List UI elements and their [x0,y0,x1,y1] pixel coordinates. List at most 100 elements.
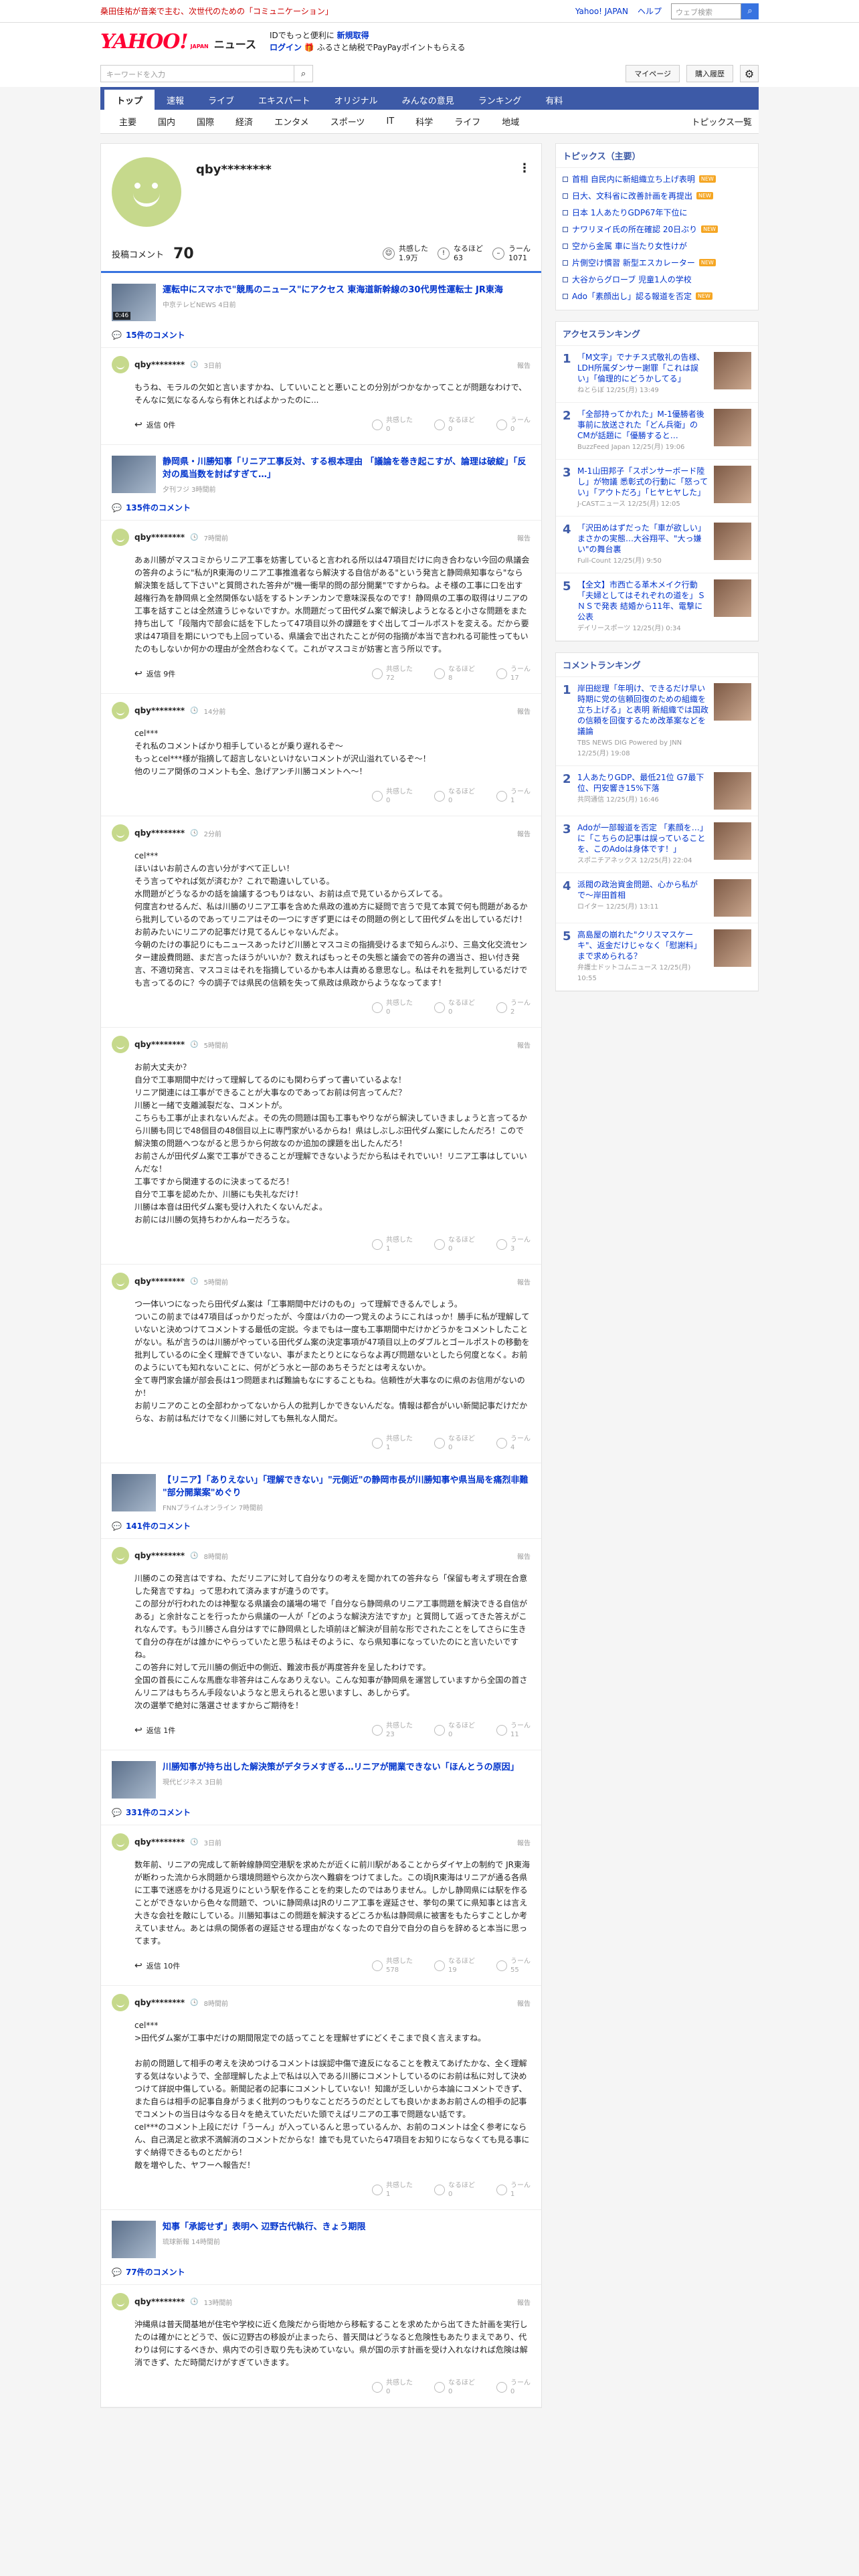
reaction-agree[interactable]: 共感した 0 [372,788,413,805]
ranking-thumbnail[interactable] [714,772,751,810]
topic-text[interactable]: 空から金属 車に当たり女性けが [572,240,687,252]
article-thumbnail[interactable] [112,1474,156,1511]
category-sports[interactable]: スポーツ [320,115,376,128]
comment-user[interactable]: qby******** [134,1551,185,1560]
ranking-item[interactable]: 5 高島屋の崩れた"クリスマスケーキ"、返金だけじゃなく「慰謝料」まで求められる？… [556,923,758,991]
topic-item[interactable]: ナワリヌイ氏の所在確認 20日ぶり NEW [563,221,751,238]
article-thumbnail[interactable] [112,1761,156,1799]
topic-item[interactable]: 日本 1人あたりGDP67年下位に [563,204,751,221]
comments-count-link[interactable]: 💬 77件のコメント [101,2264,541,2285]
avatar[interactable] [112,1273,129,1290]
ranking-thumbnail[interactable] [714,822,751,860]
ranking-title[interactable]: 派閥の政治資金問題、心から私がで〜岸田首相 [577,880,698,900]
reaction-agree[interactable]: 共感した 1 [372,1435,413,1452]
ranking-item[interactable]: 4 「沢田めはずだった「車が欲しい」まさかの実態…大谷翔平、"大っ嫌い"の舞台裏 F… [556,517,758,573]
reaction-hmm[interactable]: うーん 11 [496,1722,531,1739]
category-it[interactable]: IT [375,116,405,126]
reply-button[interactable]: ↩ 返信 9件 [134,668,175,679]
reaction-agree[interactable]: 共感した 1 [372,2181,413,2199]
ranking-item[interactable]: 4 派閥の政治資金問題、心から私がで〜岸田首相 ロイター 12/25(月) 13:1… [556,873,758,923]
article-title[interactable]: 知事「承認せず」表明へ 辺野古代執行、きょう期限 [163,2221,366,2233]
tab-original[interactable]: オリジナル [322,90,390,110]
article-card[interactable]: 【リニア】「ありえない」「理解できない」"元側近"の静岡市長が川勝知事や県当局を… [101,1463,541,1517]
comment-user[interactable]: qby******** [134,533,185,542]
ranking-text[interactable]: 「沢田めはずだった「車が欲しい」まさかの実態…大谷翔平、"大っ嫌い"の舞台裏 Fu… [577,523,708,567]
avatar[interactable] [112,529,129,546]
avatar[interactable] [112,824,129,842]
tab-ranking[interactable]: ランキング [466,90,534,110]
reaction-agree[interactable]: 共感した 578 [372,1957,413,1974]
ranking-text[interactable]: 【全文】市西亡る革木メイク行動「夫婦としてはそれぞれの道を」ＳＮＳで発表 結婚か… [577,579,708,634]
avatar[interactable] [112,702,129,719]
reaction-hmm[interactable]: うーん 1 [496,2181,531,2199]
yahoo-news-logo[interactable]: YAHOO! JAPAN ニュース [100,30,256,54]
comment-user[interactable]: qby******** [134,1277,185,1286]
topic-text[interactable]: ナワリヌイ氏の所在確認 20日ぶり [572,223,697,235]
reaction-indeed[interactable]: なるほど 0 [434,1722,475,1739]
topics-list-link[interactable]: トピックス一覧 [680,115,759,128]
category-local[interactable]: 地域 [491,115,530,128]
reaction-hmm[interactable]: うーん 4 [496,1435,531,1452]
web-search-input[interactable]: ウェブ検索 [671,3,741,19]
reaction-hmm[interactable]: うーん 1 [496,788,531,805]
ranking-text[interactable]: M-1山田邦子「スポンサーボード陸し」が物議 悉彰式の行動に「怒ってい」「アウト… [577,466,708,510]
tab-top[interactable]: トップ [104,90,155,110]
ranking-title[interactable]: 「沢田めはずだった「車が欲しい」まさかの実態…大谷翔平、"大っ嫌い"の舞台裏 [577,523,706,554]
ranking-thumbnail[interactable] [714,879,751,917]
login-link[interactable]: ログイン [270,43,302,52]
keyword-input[interactable]: キーワードを入力 [100,65,294,82]
report-link[interactable]: 報告 [517,828,531,838]
ranking-thumbnail[interactable] [714,523,751,560]
ranking-title[interactable]: 「M文字」でナチス式敬礼の告様、LDH所属ダンサー謝罪「これは誤い」「倫理的にど… [577,353,704,383]
reaction-agree[interactable]: 共感した 0 [372,416,413,434]
ranking-text[interactable]: 「全部持ってかれた」M-1優勝者後事前に放送された「どん兵衛」のCMが話題に「優… [577,409,708,453]
ranking-thumbnail[interactable] [714,929,751,967]
tab-breaking[interactable]: 速報 [155,90,196,110]
ranking-thumbnail[interactable] [714,409,751,446]
topic-text[interactable]: Ado「素顔出し」認る報道を否定 [572,290,692,302]
comment-user[interactable]: qby******** [134,2297,185,2306]
article-card[interactable]: 川勝知事が持ち出した解決策がデタラメすぎる…リニアが開業できない「ほんとうの原因… [101,1750,541,1804]
report-link[interactable]: 報告 [517,1998,531,2008]
report-link[interactable]: 報告 [517,1837,531,1847]
help-link[interactable]: ヘルプ [638,5,662,17]
category-science[interactable]: 科学 [405,115,444,128]
avatar[interactable] [112,2293,129,2310]
notice-message-link[interactable]: 桑田佳祐が音楽で主む、次世代のための「コミュニケーション」 [100,5,333,17]
tab-opinions[interactable]: みんなの意見 [390,90,466,110]
ranking-thumbnail[interactable] [714,683,751,721]
comments-count-link[interactable]: 💬 15件のコメント [101,327,541,348]
reply-button[interactable]: ↩ 返信 10件 [134,1960,180,1971]
topic-item[interactable]: Ado「素顔出し」認る報道を否定 NEW [563,288,751,304]
reaction-agree[interactable]: 共感した 1 [372,1236,413,1253]
comment-user[interactable]: qby******** [134,706,185,715]
avatar[interactable] [112,1833,129,1851]
reaction-agree[interactable]: 共感した 0 [372,999,413,1016]
reaction-hmm[interactable]: うーん 3 [496,1236,531,1253]
ranking-title[interactable]: 高島屋の崩れた"クリスマスケーキ"、返金だけじゃなく「慰謝料」まで求められる？ [577,930,702,961]
ranking-item[interactable]: 3 M-1山田邦子「スポンサーボード陸し」が物議 悉彰式の行動に「怒ってい」「アウ… [556,460,758,517]
topic-item[interactable]: 大谷からグローブ 児童1人の学校 [563,271,751,288]
article-title[interactable]: 静岡県・川勝知事「リニア工事反対、する根本理由 「議論を巻き起こすが、論理は破綻… [163,456,531,481]
reaction-hmm[interactable]: うーん 55 [496,1957,531,1974]
comment-user[interactable]: qby******** [134,1837,185,1847]
ranking-thumbnail[interactable] [714,579,751,617]
reaction-indeed[interactable]: なるほど 0 [434,1435,475,1452]
ranking-item[interactable]: 1 岸田総理「年明け、できるだけ早い時期に党の信頼回復のための組織を立ち上げる」と… [556,677,758,766]
reaction-indeed[interactable]: なるほど 0 [434,788,475,805]
avatar[interactable] [112,356,129,373]
reaction-indeed[interactable]: なるほど 0 [434,2379,475,2396]
comment-user[interactable]: qby******** [134,828,185,838]
article-thumbnail[interactable] [112,2221,156,2258]
avatar[interactable] [112,1994,129,2011]
tab-live[interactable]: ライブ [196,90,246,110]
ranking-item[interactable]: 2 「全部持ってかれた」M-1優勝者後事前に放送された「どん兵衛」のCMが話題に「… [556,403,758,460]
tab-expert[interactable]: エキスパート [246,90,322,110]
gear-icon[interactable]: ⚙ [740,65,759,82]
ranking-text[interactable]: 岸田総理「年明け、できるだけ早い時期に党の信頼回復のための組織を立ち上げる」と表… [577,683,708,759]
ranking-text[interactable]: 高島屋の崩れた"クリスマスケーキ"、返金だけじゃなく「慰謝料」まで求められる？ 弁… [577,929,708,984]
tab-paid[interactable]: 有料 [533,90,575,110]
ranking-text[interactable]: Adoが一部報道を否定 「素顔を…」に「こちらの記事は誤っていることを、このAd… [577,822,708,866]
reaction-indeed[interactable]: なるほど 0 [434,1236,475,1253]
avatar[interactable] [112,1547,129,1564]
